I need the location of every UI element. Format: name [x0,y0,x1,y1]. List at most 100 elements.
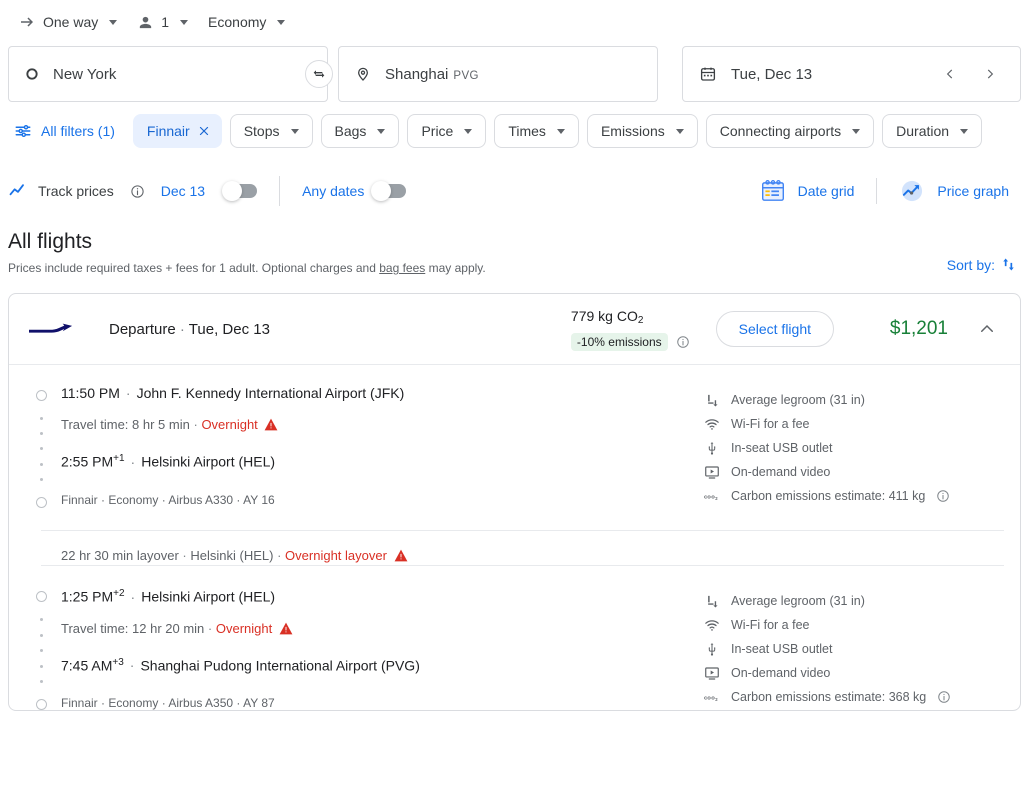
chevron-down-icon [556,128,565,134]
info-icon[interactable] [936,489,950,503]
filter-chip-label: Duration [896,123,950,139]
amenity-label: Wi-Fi for a fee [731,618,810,632]
track-prices-label: Track prices [38,183,114,199]
close-icon[interactable] [197,124,211,138]
leg-travel-time: Travel time: 12 hr 20 min [61,620,205,636]
sort-by-button[interactable]: Sort by: [947,256,1017,273]
trip-type-selector[interactable]: One way [8,7,127,37]
separator: · [130,588,136,605]
filter-chip-emissions[interactable]: Emissions [586,114,698,148]
all-filters-label: All filters (1) [41,123,115,139]
any-dates-label[interactable]: Any dates [302,183,364,199]
flight-card-header-right: 779 kg CO2 -10% emissions Select flight … [570,307,1004,351]
flight-card-header[interactable]: Departure · Tue, Dec 13 779 kg CO2 -10% … [9,294,1020,364]
layover-duration: 22 hr 30 min layover [61,548,179,563]
previous-date-button[interactable] [936,60,964,88]
filter-chip-duration[interactable]: Duration [882,114,983,148]
video-icon [704,665,720,681]
leg-arrival-airport: Helsinki Airport (HEL) [141,453,276,470]
date-grid-button[interactable]: Date grid [748,170,867,212]
leg-departure-time: 11:50 PM [61,385,120,401]
track-prices-bar: Track prices Dec 13 Any dates Date grid … [0,156,1029,212]
bag-fees-link[interactable]: bag fees [379,261,425,275]
collapse-toggle-button[interactable] [970,312,1004,346]
amenity-row: Average legroom (31 in) [704,589,1004,613]
separator: · [125,385,131,401]
passengers-selector[interactable]: 1 [127,8,198,37]
leg-travel-time: Travel time: 8 hr 5 min [61,417,190,432]
origin-value: New York [53,65,117,83]
track-date-label[interactable]: Dec 13 [161,183,205,199]
flight-price: $1,201 [889,318,948,339]
leg-meta: Finnair · Economy · Airbus A350 · AY 87 [61,696,275,711]
search-bar: New York Shanghai PVG Tue, Dec 13 [0,46,1029,102]
leg-details: 11:50 PM · John F. Kennedy International A… [25,383,625,508]
svg-text:o: o [711,695,715,701]
co2-value: 779 kg CO [570,308,638,324]
filter-bar: All filters (1) Finnair Stops Bags Price… [0,102,1029,156]
price-graph-icon [899,178,925,204]
tune-icon [14,122,32,140]
amenity-row: Average legroom (31 in) [704,388,1004,412]
leg-departure-day-offset: +2 [113,588,125,599]
emissions-badge-line: -10% emissions [570,333,690,351]
price-graph-label: Price graph [937,183,1009,199]
amenity-label: On-demand video [731,465,831,479]
layover-info: 22 hr 30 min layover · Helsinki (HEL) · … [41,530,1004,566]
chevron-down-icon [464,128,473,134]
page-title: All flights [8,230,93,253]
filter-chip-connecting-airports[interactable]: Connecting airports [705,114,875,148]
leg-arrival-line: 2:55 PM+1 · Helsinki Airport (HEL) [61,449,404,472]
leg-timeline [25,383,57,508]
emissions-summary: 779 kg CO2 -10% emissions [570,307,690,351]
cabin-class-selector[interactable]: Economy [198,8,295,36]
amenity-row: In-seat USB outlet [704,637,1004,661]
date-nav-group [936,60,1004,88]
trip-type-label: One way [43,14,99,30]
leg-arrival-airport: Shanghai Pudong International Airport (P… [140,657,420,674]
amenity-label: Carbon emissions estimate: 411 kg [731,489,926,503]
filter-chip-price[interactable]: Price [407,114,487,148]
chevron-down-icon [180,19,189,25]
svg-text:co: co [704,494,711,500]
leg-departure-time: 1:25 PM [61,588,114,605]
departure-label: Departure [109,320,176,338]
disclaimer-prefix: Prices include required taxes + fees for… [8,261,380,275]
separator: · [193,417,198,432]
svg-text:co: co [704,695,711,701]
leg-departure-line: 11:50 PM · John F. Kennedy International A… [61,383,404,403]
any-dates-group: Any dates [302,181,407,201]
amenity-label: In-seat USB outlet [731,642,833,656]
separator: · [130,453,136,470]
flight-result-card: Departure · Tue, Dec 13 779 kg CO2 -10% … [8,293,1021,712]
all-filters-button[interactable]: All filters (1) [8,115,125,147]
filter-chip-stops[interactable]: Stops [229,114,313,148]
sort-arrows-icon [1000,256,1017,273]
status-badge: -10% emissions [570,333,668,351]
video-icon [704,464,720,480]
layover-airport: Helsinki (HEL) [190,548,274,563]
price-graph-button[interactable]: Price graph [887,170,1021,212]
leg-departure-airport: John F. Kennedy International Airport (J… [136,385,405,401]
swap-button[interactable] [305,60,333,88]
arrow-right-icon [18,13,36,31]
overnight-warning-label: Overnight [215,620,273,636]
select-flight-button[interactable]: Select flight [715,311,834,347]
timeline-dot-destination [35,497,47,508]
track-date-toggle[interactable] [222,181,258,201]
date-field[interactable]: Tue, Dec 13 [682,46,1021,102]
origin-field[interactable]: New York [8,46,328,102]
info-icon[interactable] [937,690,951,704]
destination-code: PVG [453,69,479,82]
filter-chip-times[interactable]: Times [494,114,579,148]
filter-chip-bags[interactable]: Bags [320,114,400,148]
chevron-down-icon [109,19,118,25]
info-icon[interactable] [676,335,690,349]
any-dates-toggle[interactable] [371,181,407,201]
destination-field[interactable]: Shanghai PVG [338,46,658,102]
filter-chip-finnair[interactable]: Finnair [132,114,222,148]
chevron-down-icon [675,128,684,134]
trip-options-bar: One way 1 Economy [0,0,1029,44]
info-icon[interactable] [130,184,145,199]
next-date-button[interactable] [976,60,1004,88]
